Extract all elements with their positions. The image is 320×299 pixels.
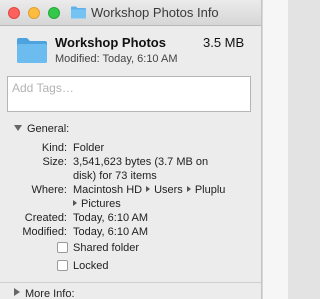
- modified-summary: Modified: Today, 6:10 AM: [55, 53, 178, 65]
- size-value-line1: 3,541,623 bytes (3.7 MB on: [73, 156, 209, 168]
- section-divider: [0, 282, 261, 283]
- path-arrow-icon: [186, 186, 191, 192]
- path-item: Macintosh HD: [73, 184, 143, 196]
- path-arrow-icon: [146, 186, 151, 192]
- kind-label: Kind:: [41, 142, 67, 154]
- kind-value: Folder: [73, 142, 105, 154]
- locked-checkbox[interactable]: [57, 260, 68, 271]
- folder-icon: [17, 38, 47, 63]
- general-heading: General:: [27, 123, 70, 135]
- path-item: Pluplu: [194, 184, 226, 196]
- path-arrow-icon: [73, 200, 77, 206]
- general-section-toggle[interactable]: General:: [14, 123, 69, 135]
- where-path-line1: Macintosh HD Users Pluplu: [73, 184, 225, 196]
- created-label: Created:: [24, 212, 67, 224]
- file-size: 3.5 MB: [203, 35, 245, 50]
- modified-value: Today, 6:10 AM: [73, 226, 149, 238]
- background-window: [262, 0, 288, 299]
- created-value: Today, 6:10 AM: [73, 212, 149, 224]
- folder-icon: [71, 6, 86, 19]
- file-header: Workshop Photos 3.5 MB Modified: Today, …: [0, 26, 261, 72]
- size-label: Size:: [42, 156, 67, 168]
- disclosure-right-icon: [14, 288, 20, 296]
- window-title: Workshop Photos Info: [91, 5, 219, 20]
- more-info-heading: More Info:: [25, 288, 75, 299]
- title-bar[interactable]: Workshop Photos Info: [0, 0, 261, 26]
- file-name: Workshop Photos: [55, 35, 166, 50]
- shared-folder-option[interactable]: Shared folder: [57, 242, 139, 256]
- modified-label: Modified:: [22, 226, 67, 238]
- zoom-button[interactable]: [48, 7, 60, 19]
- where-path-line2: Pictures: [73, 198, 121, 210]
- disclosure-down-icon: [14, 125, 22, 131]
- path-item: Pictures: [81, 198, 121, 210]
- path-item: Users: [154, 184, 183, 196]
- more-info-section-toggle[interactable]: More Info:: [14, 288, 75, 299]
- shared-folder-label: Shared folder: [73, 242, 140, 254]
- locked-label: Locked: [73, 260, 109, 272]
- minimize-button[interactable]: [28, 7, 40, 19]
- locked-option[interactable]: Locked: [57, 260, 108, 274]
- tags-placeholder: Add Tags…: [12, 81, 74, 95]
- size-value-line2: disk) for 73 items: [73, 170, 157, 182]
- close-button[interactable]: [8, 7, 20, 19]
- shared-folder-checkbox[interactable]: [57, 242, 68, 253]
- where-label: Where:: [31, 184, 67, 196]
- tags-field[interactable]: Add Tags…: [7, 76, 251, 112]
- info-window: Workshop Photos Info Workshop Photos 3.5…: [0, 0, 262, 299]
